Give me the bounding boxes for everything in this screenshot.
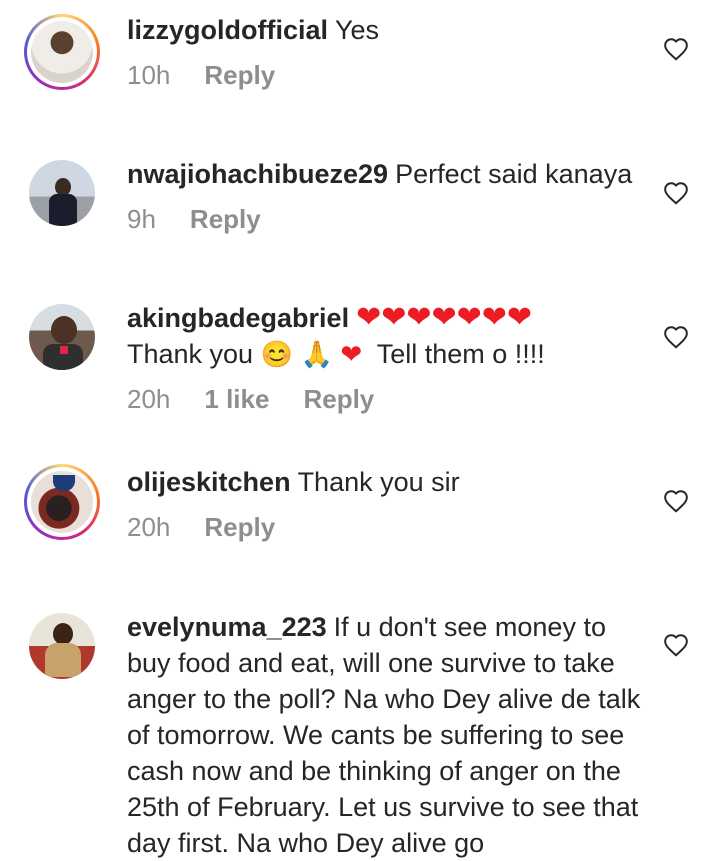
avatar[interactable]: [24, 299, 100, 375]
comment-body: Yes: [335, 15, 380, 45]
comment-time: 20h: [127, 512, 171, 542]
comment-meta: 9h Reply: [127, 204, 295, 235]
comment-time: 9h: [127, 204, 156, 234]
comment-time: 10h: [127, 60, 171, 90]
red-heart-emoji-icon: ❤: [340, 339, 363, 369]
comment-text: akingbadegabriel ❤❤❤❤❤❤❤ Thank you 😊 🙏 ❤ …: [127, 300, 647, 372]
like-heart-icon[interactable]: [663, 325, 689, 349]
smiling-face-emoji-icon: 😊: [260, 339, 293, 369]
like-heart-icon[interactable]: [663, 181, 689, 205]
comment-username[interactable]: akingbadegabriel: [127, 303, 349, 333]
avatar[interactable]: [24, 608, 100, 684]
reply-button[interactable]: Reply: [204, 512, 275, 542]
comment-text: evelynuma_223 If u don't see money to buy…: [127, 609, 647, 861]
comment-time: 20h: [127, 384, 171, 414]
red-heart-emoji-icon: ❤❤❤❤❤❤❤: [356, 301, 533, 334]
reply-button[interactable]: Reply: [303, 384, 374, 414]
comment-body: Thank you: [127, 339, 254, 369]
reply-button[interactable]: Reply: [190, 204, 261, 234]
comment-username[interactable]: evelynuma_223: [127, 612, 327, 642]
comment-meta: 20h 1 like Reply: [127, 384, 408, 415]
comment-body: Tell them o !!!!: [376, 339, 545, 369]
like-heart-icon[interactable]: [663, 489, 689, 513]
comment-text: lizzygoldofficial Yes: [127, 12, 647, 48]
comment-meta: 10h Reply: [127, 60, 309, 91]
folded-hands-emoji-icon: 🙏: [300, 339, 333, 369]
comment-text: olijeskitchen Thank you sir: [127, 464, 647, 500]
like-heart-icon[interactable]: [663, 633, 689, 657]
comment-body: Perfect said kanaya: [395, 159, 633, 189]
comment-body: Thank you sir: [297, 467, 460, 497]
reply-button[interactable]: Reply: [204, 60, 275, 90]
comment-username[interactable]: nwajiohachibueze29: [127, 159, 388, 189]
comment-meta: 20h Reply: [127, 512, 309, 543]
comment-username[interactable]: olijeskitchen: [127, 467, 291, 497]
comment-username[interactable]: lizzygoldofficial: [127, 15, 328, 45]
likes-count-link[interactable]: 1 like: [204, 384, 269, 414]
avatar[interactable]: [24, 14, 100, 90]
comment-body: If u don't see money to buy food and eat…: [127, 612, 641, 858]
like-heart-icon[interactable]: [663, 37, 689, 61]
comment-text: nwajiohachibueze29 Perfect said kanaya: [127, 156, 647, 192]
avatar[interactable]: [24, 464, 100, 540]
avatar[interactable]: [24, 155, 100, 231]
